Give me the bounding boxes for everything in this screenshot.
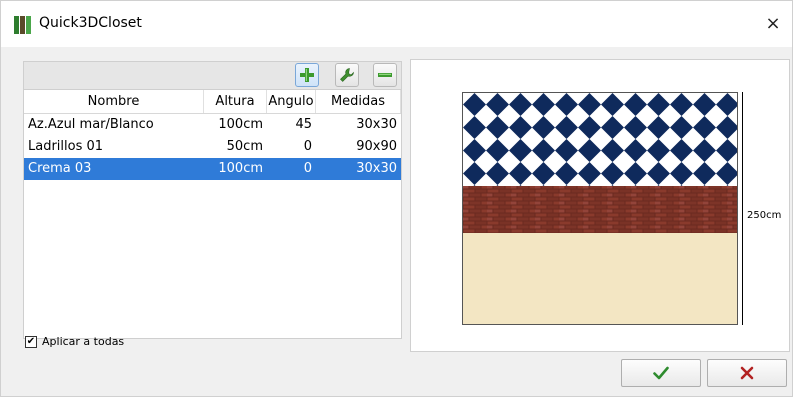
check-icon <box>653 366 669 380</box>
cell-angulo: 0 <box>303 139 312 154</box>
tile-band-crema <box>463 233 737 324</box>
cell-medidas: 90x90 <box>356 139 397 154</box>
cell-nombre: Az.Azul mar/Blanco <box>28 117 154 132</box>
materials-panel: Nombre Altura Angulo Medidas Az.Azul mar… <box>23 57 403 390</box>
column-header-altura[interactable]: Altura <box>204 90 267 113</box>
wall-preview <box>462 92 738 325</box>
apply-all-checkbox[interactable]: ✔ <box>25 335 37 348</box>
apply-all-label: Aplicar a todas <box>42 335 125 348</box>
cell-medidas: 30x30 <box>356 117 397 132</box>
apply-all-checkbox-row[interactable]: ✔ Aplicar a todas <box>25 335 124 348</box>
column-header-angulo[interactable]: Angulo <box>267 90 316 113</box>
edit-material-button[interactable] <box>335 63 359 87</box>
wall-preview-panel: 250cm <box>410 59 790 352</box>
ok-button[interactable] <box>621 359 701 387</box>
cell-nombre: Crema 03 <box>28 161 92 176</box>
column-header-nombre[interactable]: Nombre <box>24 90 204 113</box>
table-row-selected[interactable]: Crema 03 100cm 0 30x30 <box>24 158 401 180</box>
column-header-medidas[interactable]: Medidas <box>316 90 401 113</box>
quick3dcloset-dialog: Quick3DCloset × Nombre Altura Angulo Med… <box>0 0 793 397</box>
table-row[interactable]: Ladrillos 01 50cm 0 90x90 <box>24 136 401 158</box>
cell-altura: 100cm <box>218 117 263 132</box>
cell-altura: 100cm <box>218 161 263 176</box>
cell-angulo: 45 <box>295 117 312 132</box>
wall-tiles-preview <box>463 93 737 324</box>
tile-band-ladrillos <box>463 186 737 233</box>
wrench-icon <box>340 68 354 82</box>
table-header: Nombre Altura Angulo Medidas <box>24 90 401 114</box>
cell-altura: 50cm <box>226 139 263 154</box>
title-bar: Quick3DCloset × <box>1 1 792 47</box>
materials-table: Nombre Altura Angulo Medidas Az.Azul mar… <box>23 89 402 339</box>
close-button[interactable]: × <box>762 13 784 35</box>
remove-material-button[interactable] <box>373 63 397 87</box>
cell-angulo: 0 <box>303 161 312 176</box>
add-material-button[interactable] <box>295 63 319 87</box>
cell-medidas: 30x30 <box>356 161 397 176</box>
materials-toolbar <box>23 61 402 89</box>
height-dimension-line <box>742 92 743 325</box>
window-title: Quick3DCloset <box>39 15 142 31</box>
height-dimension-label: 250cm <box>747 210 782 221</box>
tile-band-azul-blanco <box>463 93 737 186</box>
cancel-button[interactable] <box>707 359 787 387</box>
x-icon <box>740 366 754 380</box>
minus-icon <box>378 73 392 77</box>
app-icon <box>14 16 32 34</box>
plus-icon <box>300 68 314 82</box>
table-row[interactable]: Az.Azul mar/Blanco 100cm 45 30x30 <box>24 114 401 136</box>
cell-nombre: Ladrillos 01 <box>28 139 104 154</box>
